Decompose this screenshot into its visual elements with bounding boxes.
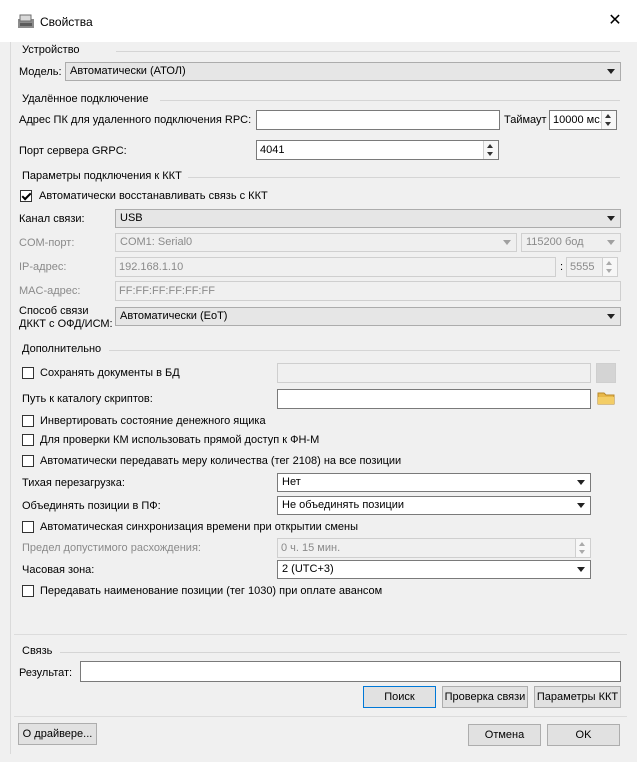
ofd-label-line1: Способ связи (19, 305, 89, 317)
silent-reboot-value: Нет (282, 476, 301, 488)
send-name-checkbox[interactable] (22, 585, 34, 597)
kkt-params-button[interactable]: Параметры ККТ (534, 686, 621, 708)
timeout-value: 10000 мс. (553, 114, 603, 126)
rpc-address-input[interactable] (256, 110, 500, 130)
chevron-down-icon (577, 480, 585, 485)
divider (14, 716, 627, 717)
stepper-arrows-icon[interactable] (602, 258, 617, 276)
close-icon: ✕ (608, 12, 622, 29)
check-connection-button[interactable]: Проверка связи (442, 686, 528, 708)
grpc-port-label: Порт сервера GRPC: (19, 145, 127, 157)
chevron-down-icon (607, 216, 615, 221)
chevron-down-icon (607, 240, 615, 245)
timeout-label: Таймаут (504, 114, 547, 126)
tolerance-value: 0 ч. 15 мин. (281, 542, 341, 554)
chevron-down-icon (577, 503, 585, 508)
stepper-arrows-icon[interactable] (575, 539, 590, 557)
ofd-label-line2: ДККТ с ОФД/ИСМ: (19, 318, 113, 330)
save-docs-checkbox[interactable] (22, 367, 34, 379)
channel-select[interactable]: USB (115, 209, 621, 228)
ok-button[interactable]: OK (547, 724, 620, 746)
scripts-path-label: Путь к каталогу скриптов: (22, 393, 153, 405)
stepper-arrows-icon[interactable] (483, 141, 498, 159)
link-section-title: Связь (22, 645, 53, 657)
ip-label: IP-адрес: (19, 261, 67, 273)
time-sync-label: Автоматическая синхронизация времени при… (40, 521, 359, 533)
chevron-down-icon (607, 69, 615, 74)
tolerance-label: Предел допустимого расхождения: (22, 542, 201, 554)
baud-rate-value: 115200 бод (526, 236, 584, 248)
time-sync-checkbox[interactable] (22, 521, 34, 533)
cancel-button[interactable]: Отмена (468, 724, 541, 746)
tolerance-stepper[interactable]: 0 ч. 15 мин. (277, 538, 591, 558)
channel-select-value: USB (120, 212, 143, 224)
km-direct-checkbox[interactable] (22, 434, 34, 446)
about-driver-button[interactable]: О драйвере... (18, 723, 97, 745)
silent-reboot-label: Тихая перезагрузка: (22, 477, 125, 489)
timezone-select[interactable]: 2 (UTC+3) (277, 560, 591, 579)
auto-qty-checkbox[interactable] (22, 455, 34, 467)
app-icon (18, 14, 34, 28)
divider (160, 100, 620, 101)
extra-section-title: Дополнительно (22, 343, 102, 355)
kkt-section-title: Параметры подключения к ККТ (22, 170, 182, 182)
title-bar: Свойства ✕ (0, 0, 637, 42)
ip-port-stepper[interactable]: 5555 (566, 257, 618, 277)
rpc-label: Адрес ПК для удаленного подключения RPC: (19, 114, 252, 126)
divider (109, 350, 620, 351)
km-direct-label: Для проверки КМ использовать прямой дост… (40, 434, 320, 446)
chevron-down-icon (577, 567, 585, 572)
com-port-label: COM-порт: (19, 237, 75, 249)
db-browse-button[interactable] (596, 363, 616, 383)
folder-icon[interactable] (596, 389, 616, 407)
mac-label: MAC-адрес: (19, 285, 81, 297)
invert-drawer-label: Инвертировать состояние денежного ящика (40, 415, 266, 427)
divider (188, 177, 620, 178)
ofd-method-select[interactable]: Автоматически (EoT) (115, 307, 621, 326)
device-section-title: Устройство (22, 44, 80, 56)
timezone-label: Часовая зона: (22, 564, 95, 576)
merge-label: Объединять позиции в ПФ: (22, 500, 161, 512)
model-label: Модель: (19, 66, 62, 78)
timeout-stepper[interactable]: 10000 мс. (549, 110, 617, 130)
result-output (80, 661, 621, 682)
com-port-value: COM1: Serial0 (120, 236, 193, 248)
scripts-path-input[interactable] (277, 389, 591, 409)
grpc-port-value: 4041 (260, 144, 285, 156)
ip-address-input[interactable]: 192.168.1.10 (115, 257, 556, 277)
divider (116, 51, 620, 52)
com-port-select[interactable]: COM1: Serial0 (115, 233, 517, 252)
chevron-down-icon (503, 240, 511, 245)
silent-reboot-select[interactable]: Нет (277, 473, 591, 492)
baud-rate-select[interactable]: 115200 бод (521, 233, 621, 252)
ip-port-value: 5555 (570, 261, 595, 273)
divider (60, 652, 620, 653)
channel-label: Канал связи: (19, 213, 85, 225)
auto-reconnect-checkbox[interactable] (20, 190, 32, 202)
result-label: Результат: (19, 667, 73, 679)
mac-address-input[interactable]: FF:FF:FF:FF:FF:FF (115, 281, 621, 301)
grpc-port-stepper[interactable]: 4041 (256, 140, 499, 160)
chevron-down-icon (607, 314, 615, 319)
invert-drawer-checkbox[interactable] (22, 415, 34, 427)
divider (14, 634, 627, 635)
timezone-value: 2 (UTC+3) (282, 563, 334, 575)
db-path-input[interactable] (277, 363, 591, 383)
send-name-label: Передавать наименование позиции (тег 103… (40, 585, 383, 597)
model-select-value: Автоматически (АТОЛ) (70, 65, 186, 77)
auto-qty-label: Автоматически передавать меру количества… (40, 455, 402, 467)
save-docs-label: Сохранять документы в БД (40, 367, 180, 379)
merge-select[interactable]: Не объединять позиции (277, 496, 591, 515)
stepper-arrows-icon[interactable] (601, 111, 616, 129)
ofd-method-value: Автоматически (EoT) (120, 310, 228, 322)
search-button[interactable]: Поиск (363, 686, 436, 708)
window-title: Свойства (40, 15, 93, 29)
properties-dialog: Свойства ✕ Устройство Модель: Автоматиче… (0, 0, 637, 762)
close-button[interactable]: ✕ (600, 8, 630, 34)
model-select[interactable]: Автоматически (АТОЛ) (65, 62, 621, 81)
remote-section-title: Удалённое подключение (22, 93, 149, 105)
merge-value: Не объединять позиции (282, 499, 405, 511)
auto-reconnect-label: Автоматически восстанавливать связь с КК… (39, 190, 268, 202)
ip-port-separator: : (560, 261, 564, 273)
